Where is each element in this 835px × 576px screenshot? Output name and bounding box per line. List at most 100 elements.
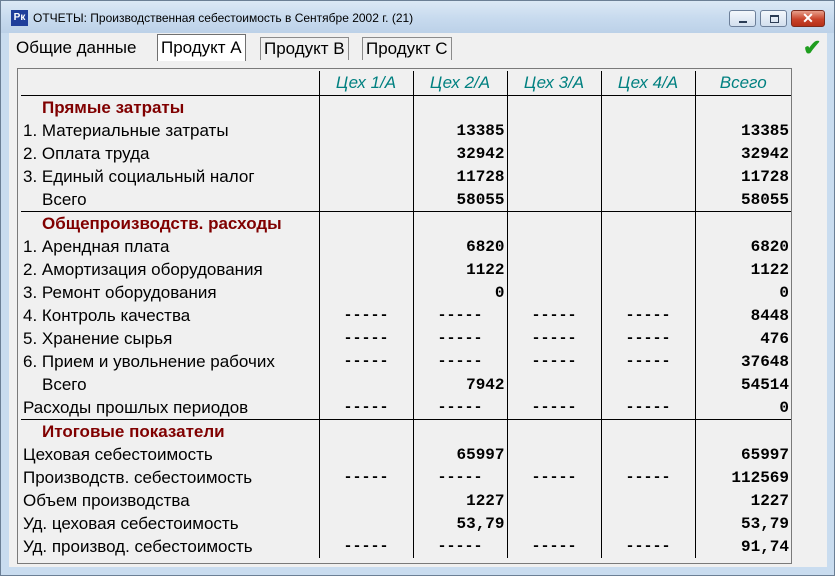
table-cell[interactable] xyxy=(318,281,413,304)
table-cell[interactable] xyxy=(600,211,695,235)
table-cell[interactable]: ----- xyxy=(506,304,601,327)
table-cell[interactable]: 112569 xyxy=(694,466,791,489)
table-cell[interactable]: 1122 xyxy=(694,258,791,281)
table-cell[interactable]: ----- xyxy=(412,535,507,558)
table-cell[interactable] xyxy=(318,142,413,165)
table-cell[interactable] xyxy=(318,211,413,235)
tab-product-a[interactable]: Продукт A xyxy=(157,34,246,61)
table-cell[interactable]: 0 xyxy=(412,281,507,304)
table-cell[interactable] xyxy=(412,419,507,443)
table-cell[interactable] xyxy=(600,142,695,165)
table-cell[interactable]: ----- xyxy=(600,535,695,558)
table-cell[interactable] xyxy=(600,373,695,396)
table-cell[interactable]: 58055 xyxy=(694,188,791,212)
table-cell[interactable]: ----- xyxy=(600,304,695,327)
table-cell[interactable] xyxy=(318,512,413,535)
table-cell[interactable]: ----- xyxy=(600,396,695,420)
table-cell[interactable]: ----- xyxy=(412,466,507,489)
table-cell[interactable] xyxy=(694,419,791,443)
table-cell[interactable]: 32942 xyxy=(412,142,507,165)
table-cell[interactable] xyxy=(318,419,413,443)
table-cell[interactable]: 1122 xyxy=(412,258,507,281)
table-cell[interactable] xyxy=(506,142,601,165)
table-cell[interactable] xyxy=(318,443,413,466)
table-cell[interactable]: 32942 xyxy=(694,142,791,165)
table-cell[interactable]: 11728 xyxy=(412,165,507,188)
table-cell[interactable]: 0 xyxy=(694,281,791,304)
table-cell[interactable] xyxy=(600,258,695,281)
table-cell[interactable]: ----- xyxy=(318,535,413,558)
table-cell[interactable] xyxy=(600,419,695,443)
table-cell[interactable] xyxy=(412,211,507,235)
table-cell[interactable]: 13385 xyxy=(412,119,507,142)
table-cell[interactable]: ----- xyxy=(600,327,695,350)
checkmark-icon[interactable]: ✔ xyxy=(803,37,821,59)
table-cell[interactable] xyxy=(506,95,601,119)
table-cell[interactable] xyxy=(412,95,507,119)
table-cell[interactable] xyxy=(318,373,413,396)
table-cell[interactable]: ----- xyxy=(412,304,507,327)
table-cell[interactable] xyxy=(600,95,695,119)
table-cell[interactable] xyxy=(318,95,413,119)
table-cell[interactable]: 91,74 xyxy=(694,535,791,558)
table-cell[interactable] xyxy=(694,211,791,235)
tab-product-b[interactable]: Продукт B xyxy=(260,37,349,60)
table-cell[interactable] xyxy=(506,258,601,281)
tab-general-data[interactable]: Общие данные xyxy=(13,37,139,60)
table-cell[interactable]: 58055 xyxy=(412,188,507,212)
table-cell[interactable]: 53,79 xyxy=(694,512,791,535)
table-cell[interactable] xyxy=(506,235,601,258)
table-cell[interactable]: 0 xyxy=(694,396,791,420)
table-cell[interactable]: 11728 xyxy=(694,165,791,188)
table-cell[interactable]: 65997 xyxy=(694,443,791,466)
table-cell[interactable]: ----- xyxy=(506,396,601,420)
table-cell[interactable]: 65997 xyxy=(412,443,507,466)
table-cell[interactable] xyxy=(506,188,601,212)
table-cell[interactable] xyxy=(600,188,695,212)
table-cell[interactable]: ----- xyxy=(506,350,601,373)
table-cell[interactable]: ----- xyxy=(318,466,413,489)
table-cell[interactable] xyxy=(318,489,413,512)
table-cell[interactable]: 1227 xyxy=(412,489,507,512)
maximize-button[interactable] xyxy=(760,10,787,27)
table-cell[interactable] xyxy=(506,443,601,466)
table-cell[interactable]: 54514 xyxy=(694,373,791,396)
table-cell[interactable] xyxy=(600,281,695,304)
table-cell[interactable] xyxy=(318,235,413,258)
table-cell[interactable]: 6820 xyxy=(694,235,791,258)
table-cell[interactable]: 1227 xyxy=(694,489,791,512)
table-cell[interactable]: ----- xyxy=(600,466,695,489)
table-cell[interactable]: 7942 xyxy=(412,373,507,396)
table-cell[interactable] xyxy=(506,373,601,396)
minimize-button[interactable] xyxy=(729,10,756,27)
table-cell[interactable] xyxy=(600,119,695,142)
table-cell[interactable]: ----- xyxy=(506,466,601,489)
table-cell[interactable] xyxy=(600,235,695,258)
table-cell[interactable] xyxy=(506,512,601,535)
table-cell[interactable] xyxy=(506,165,601,188)
table-cell[interactable] xyxy=(600,489,695,512)
table-cell[interactable]: ----- xyxy=(412,327,507,350)
table-cell[interactable] xyxy=(506,211,601,235)
table-cell[interactable]: ----- xyxy=(318,304,413,327)
table-cell[interactable]: ----- xyxy=(318,350,413,373)
table-cell[interactable] xyxy=(318,119,413,142)
table-cell[interactable] xyxy=(600,443,695,466)
table-cell[interactable]: 8448 xyxy=(694,304,791,327)
table-cell[interactable] xyxy=(506,119,601,142)
table-cell[interactable] xyxy=(318,188,413,212)
table-cell[interactable]: 6820 xyxy=(412,235,507,258)
table-cell[interactable] xyxy=(318,258,413,281)
table-cell[interactable] xyxy=(600,165,695,188)
table-cell[interactable]: ----- xyxy=(506,535,601,558)
close-button[interactable]: ✕ xyxy=(791,10,825,27)
table-cell[interactable]: 13385 xyxy=(694,119,791,142)
table-cell[interactable] xyxy=(506,281,601,304)
table-cell[interactable] xyxy=(506,419,601,443)
tab-product-c[interactable]: Продукт C xyxy=(362,37,452,60)
table-cell[interactable]: 37648 xyxy=(694,350,791,373)
table-cell[interactable]: ----- xyxy=(412,350,507,373)
table-cell[interactable]: ----- xyxy=(318,327,413,350)
table-cell[interactable]: ----- xyxy=(600,350,695,373)
title-bar[interactable]: Рк ОТЧЕТЫ: Производственная себестоимост… xyxy=(1,1,834,33)
